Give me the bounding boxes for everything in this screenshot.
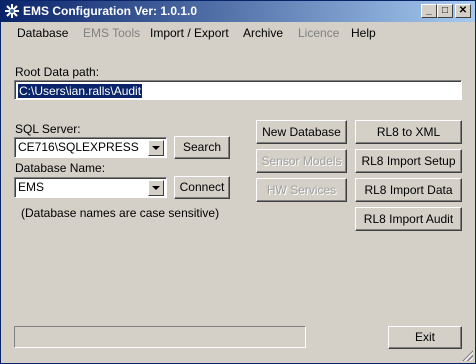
window-title: EMS Configuration Ver: 1.0.1.0 [23, 4, 198, 18]
rl8-import-data-button[interactable]: RL8 Import Data [355, 178, 462, 202]
sql-server-label: SQL Server: [15, 122, 81, 136]
menu-help[interactable]: Help [351, 26, 376, 40]
close-button[interactable]: ✕ [455, 4, 471, 18]
app-icon [5, 4, 19, 18]
case-sensitive-note: (Database names are case sensitive) [21, 206, 220, 220]
exit-button[interactable]: Exit [388, 326, 462, 349]
title-bar[interactable]: EMS Configuration Ver: 1.0.1.0 _ □ ✕ [1, 1, 475, 22]
menu-database[interactable]: Database [17, 26, 68, 40]
database-name-value: EMS [18, 180, 45, 194]
menu-archive[interactable]: Archive [243, 26, 283, 40]
connect-button[interactable]: Connect [174, 176, 230, 199]
sql-server-value: CE716\SQLEXPRESS [18, 140, 139, 154]
hw-services-button: HW Services [256, 178, 347, 202]
rl8-import-setup-button[interactable]: RL8 Import Setup [355, 149, 462, 173]
root-path-value: C:\Users\ian.ralls\Audit [18, 84, 143, 98]
menu-bar: Database EMS Tools Import / Export Archi… [1, 22, 475, 42]
sensor-models-button: Sensor Models [256, 149, 347, 173]
database-name-label: Database Name: [15, 161, 106, 175]
new-database-button[interactable]: New Database [256, 120, 347, 144]
database-dropdown-icon[interactable] [148, 180, 164, 196]
sql-server-dropdown-icon[interactable] [148, 140, 164, 156]
rl8-to-xml-button[interactable]: RL8 to XML [355, 120, 462, 144]
rl8-import-audit-button[interactable]: RL8 Import Audit [355, 207, 462, 231]
root-path-label: Root Data path: [15, 65, 100, 79]
sql-server-combo[interactable]: CE716\SQLEXPRESS [14, 137, 167, 158]
database-name-combo[interactable]: EMS [14, 177, 167, 198]
progress-bar [14, 326, 306, 348]
menu-licence: Licence [298, 26, 340, 40]
root-path-input[interactable]: C:\Users\ian.ralls\Audit [14, 80, 462, 100]
maximize-button[interactable]: □ [437, 4, 453, 18]
menu-ems-tools: EMS Tools [83, 26, 141, 40]
menu-import-export[interactable]: Import / Export [150, 26, 229, 40]
search-button[interactable]: Search [174, 136, 230, 159]
resize-grip-icon[interactable] [461, 349, 473, 361]
minimize-button[interactable]: _ [421, 4, 437, 18]
main-window: EMS Configuration Ver: 1.0.1.0 _ □ ✕ Dat… [0, 0, 476, 364]
